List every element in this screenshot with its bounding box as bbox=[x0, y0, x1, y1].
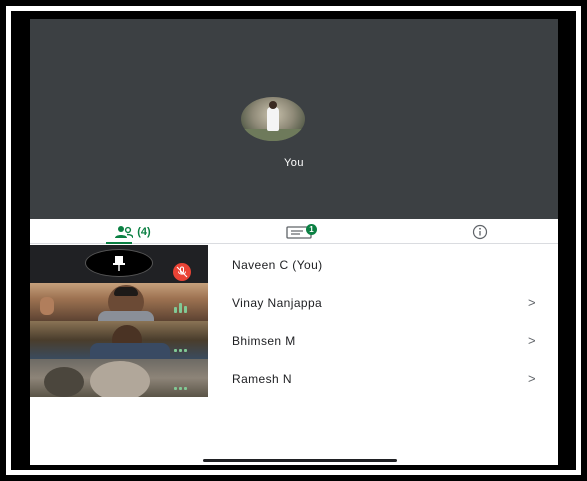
info-icon bbox=[472, 224, 488, 239]
panel-tabs: (4) 1 bbox=[30, 219, 558, 244]
home-indicator[interactable] bbox=[203, 459, 397, 462]
chat-unread-badge: 1 bbox=[306, 224, 317, 235]
pin-icon bbox=[113, 256, 125, 271]
participant-name: Vinay Nanjappa bbox=[232, 296, 323, 310]
active-tab-indicator bbox=[106, 242, 132, 244]
tab-people[interactable]: (4) bbox=[88, 219, 178, 244]
participant-thumbnail bbox=[30, 359, 208, 397]
participant-name: Ramesh N bbox=[232, 372, 292, 386]
speaking-indicator-icon bbox=[174, 387, 187, 390]
participant-row-self[interactable]: Naveen C (You) bbox=[30, 245, 558, 283]
self-label: You bbox=[283, 157, 305, 169]
participant-row[interactable]: Bhimsen M > bbox=[30, 321, 558, 359]
participant-thumbnail bbox=[30, 245, 208, 283]
participant-thumbnail bbox=[30, 283, 208, 321]
participant-row[interactable]: Vinay Nanjappa > bbox=[30, 283, 558, 321]
speaking-indicator-icon bbox=[174, 349, 187, 352]
people-count: (4) bbox=[137, 225, 151, 238]
mic-off-icon bbox=[173, 263, 191, 281]
speaking-indicator-icon bbox=[174, 303, 187, 313]
participant-name: Bhimsen M bbox=[232, 334, 296, 348]
tab-chat[interactable]: 1 bbox=[270, 219, 330, 244]
main-video-stage: You bbox=[30, 19, 558, 219]
expand-chevron[interactable]: > bbox=[528, 333, 536, 348]
people-icon bbox=[115, 225, 134, 238]
tab-info[interactable] bbox=[450, 219, 510, 244]
participant-row[interactable]: Ramesh N > bbox=[30, 359, 558, 397]
self-avatar bbox=[241, 97, 305, 141]
expand-chevron[interactable]: > bbox=[528, 371, 536, 386]
participant-thumbnail bbox=[30, 321, 208, 359]
participant-name: Naveen C (You) bbox=[232, 258, 323, 272]
meeting-screen: You (4) 1 Naveen C (You) Vinay Nanjappa … bbox=[30, 19, 558, 465]
expand-chevron[interactable]: > bbox=[528, 295, 536, 310]
